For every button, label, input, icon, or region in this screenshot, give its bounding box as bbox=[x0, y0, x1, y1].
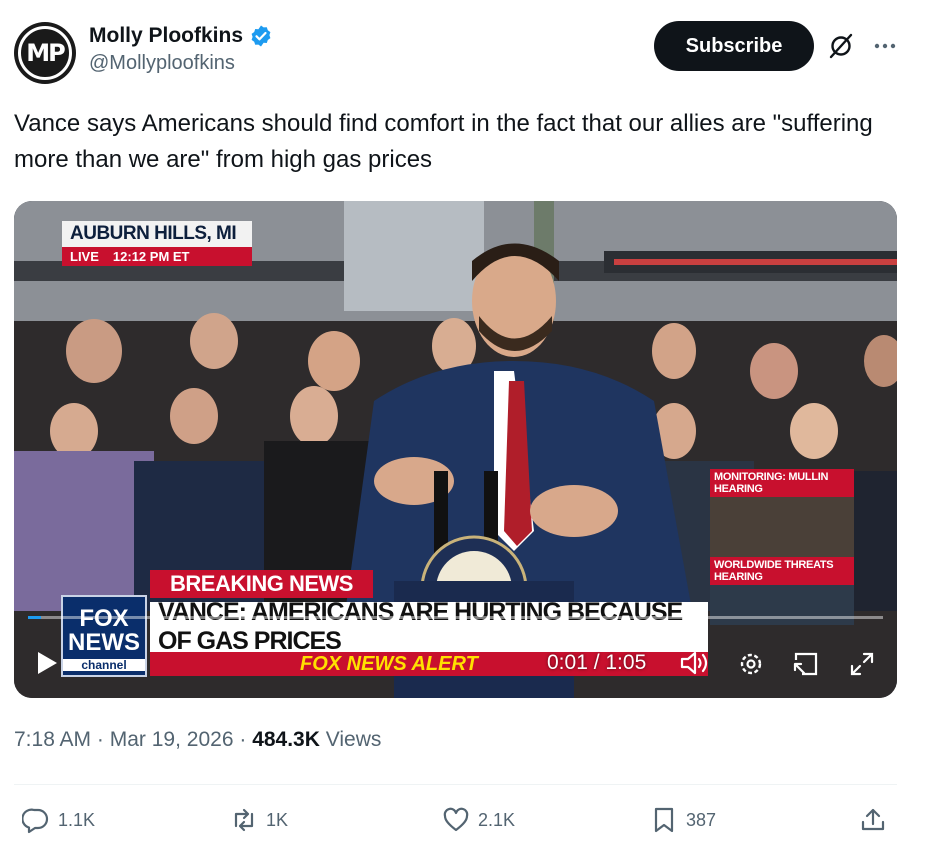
bookmark-count: 387 bbox=[686, 809, 717, 830]
locator-live-row: LIVE 12:12 PM ET bbox=[62, 247, 252, 266]
avatar[interactable]: MP bbox=[14, 22, 76, 84]
reply-button[interactable]: 1.1K bbox=[22, 806, 95, 834]
monitor-label-2: WORLDWIDE THREATS HEARING bbox=[710, 557, 854, 585]
avatar-initials: MP bbox=[18, 26, 72, 80]
settings-icon[interactable] bbox=[737, 650, 765, 678]
picture-in-picture-icon[interactable] bbox=[792, 650, 820, 678]
monitor-image-1 bbox=[710, 497, 854, 557]
handle[interactable]: @Mollyploofkins bbox=[89, 52, 273, 75]
monitor-label-1: MONITORING: MULLIN HEARING bbox=[710, 469, 854, 497]
repost-count: 1K bbox=[266, 809, 289, 830]
views-count: 484.3K bbox=[252, 728, 320, 751]
video-progress-fill bbox=[28, 616, 41, 619]
grok-icon[interactable] bbox=[826, 31, 856, 61]
live-label: LIVE bbox=[70, 249, 99, 264]
meta-separator-1: · bbox=[96, 728, 104, 751]
play-icon[interactable] bbox=[36, 651, 58, 675]
video-player[interactable]: AUBURN HILLS, MI LIVE 12:12 PM ET MONITO… bbox=[14, 201, 897, 698]
tweet-time[interactable]: 7:18 AM bbox=[14, 728, 91, 751]
like-count: 2.1K bbox=[478, 809, 516, 830]
more-icon[interactable] bbox=[870, 31, 900, 61]
verified-badge-icon bbox=[251, 25, 271, 47]
share-button[interactable] bbox=[859, 806, 887, 834]
logo-line-1: FOX bbox=[79, 605, 129, 632]
heart-icon bbox=[443, 807, 469, 832]
volume-icon[interactable] bbox=[680, 650, 710, 676]
news-locator: AUBURN HILLS, MI LIVE 12:12 PM ET bbox=[62, 221, 252, 266]
fullscreen-icon[interactable] bbox=[848, 650, 876, 678]
bookmark-button[interactable]: 387 bbox=[650, 806, 716, 834]
tweet-header: MP Molly Ploofkins @Mollyploofkins Subsc… bbox=[14, 18, 914, 88]
locator-city: AUBURN HILLS, MI bbox=[62, 221, 252, 247]
tweet-meta: 7:18 AM · Mar 19, 2026 · 484.3K Views bbox=[14, 728, 381, 752]
reply-icon bbox=[22, 808, 49, 834]
display-name[interactable]: Molly Ploofkins bbox=[89, 24, 243, 48]
breaking-news-label: BREAKING NEWS bbox=[150, 570, 373, 598]
meta-separator-2: · bbox=[239, 728, 247, 751]
share-icon bbox=[861, 808, 885, 831]
repost-icon bbox=[234, 808, 254, 832]
monitor-image-2 bbox=[710, 585, 854, 625]
tweet-text: Vance says Americans should find comfort… bbox=[14, 110, 873, 173]
tweet-date[interactable]: Mar 19, 2026 bbox=[110, 728, 234, 751]
locator-time: 12:12 PM ET bbox=[112, 249, 190, 264]
tweet-actions: 1.1K 1K 2.1K 387 bbox=[14, 800, 897, 844]
subscribe-button[interactable]: Subscribe bbox=[654, 21, 814, 71]
reply-count: 1.1K bbox=[58, 809, 96, 830]
monitor-inset: MONITORING: MULLIN HEARING WORLDWIDE THR… bbox=[710, 469, 854, 649]
author-names: Molly Ploofkins @Mollyploofkins bbox=[89, 24, 273, 75]
views-label: Views bbox=[325, 728, 382, 751]
video-controls: 0:01 / 1:05 bbox=[14, 641, 897, 685]
divider bbox=[14, 784, 897, 785]
like-button[interactable]: 2.1K bbox=[442, 806, 515, 834]
repost-button[interactable]: 1K bbox=[230, 806, 288, 834]
bookmark-icon bbox=[654, 807, 674, 833]
video-time: 0:01 / 1:05 bbox=[547, 651, 647, 674]
video-progress-bar[interactable] bbox=[28, 616, 883, 619]
